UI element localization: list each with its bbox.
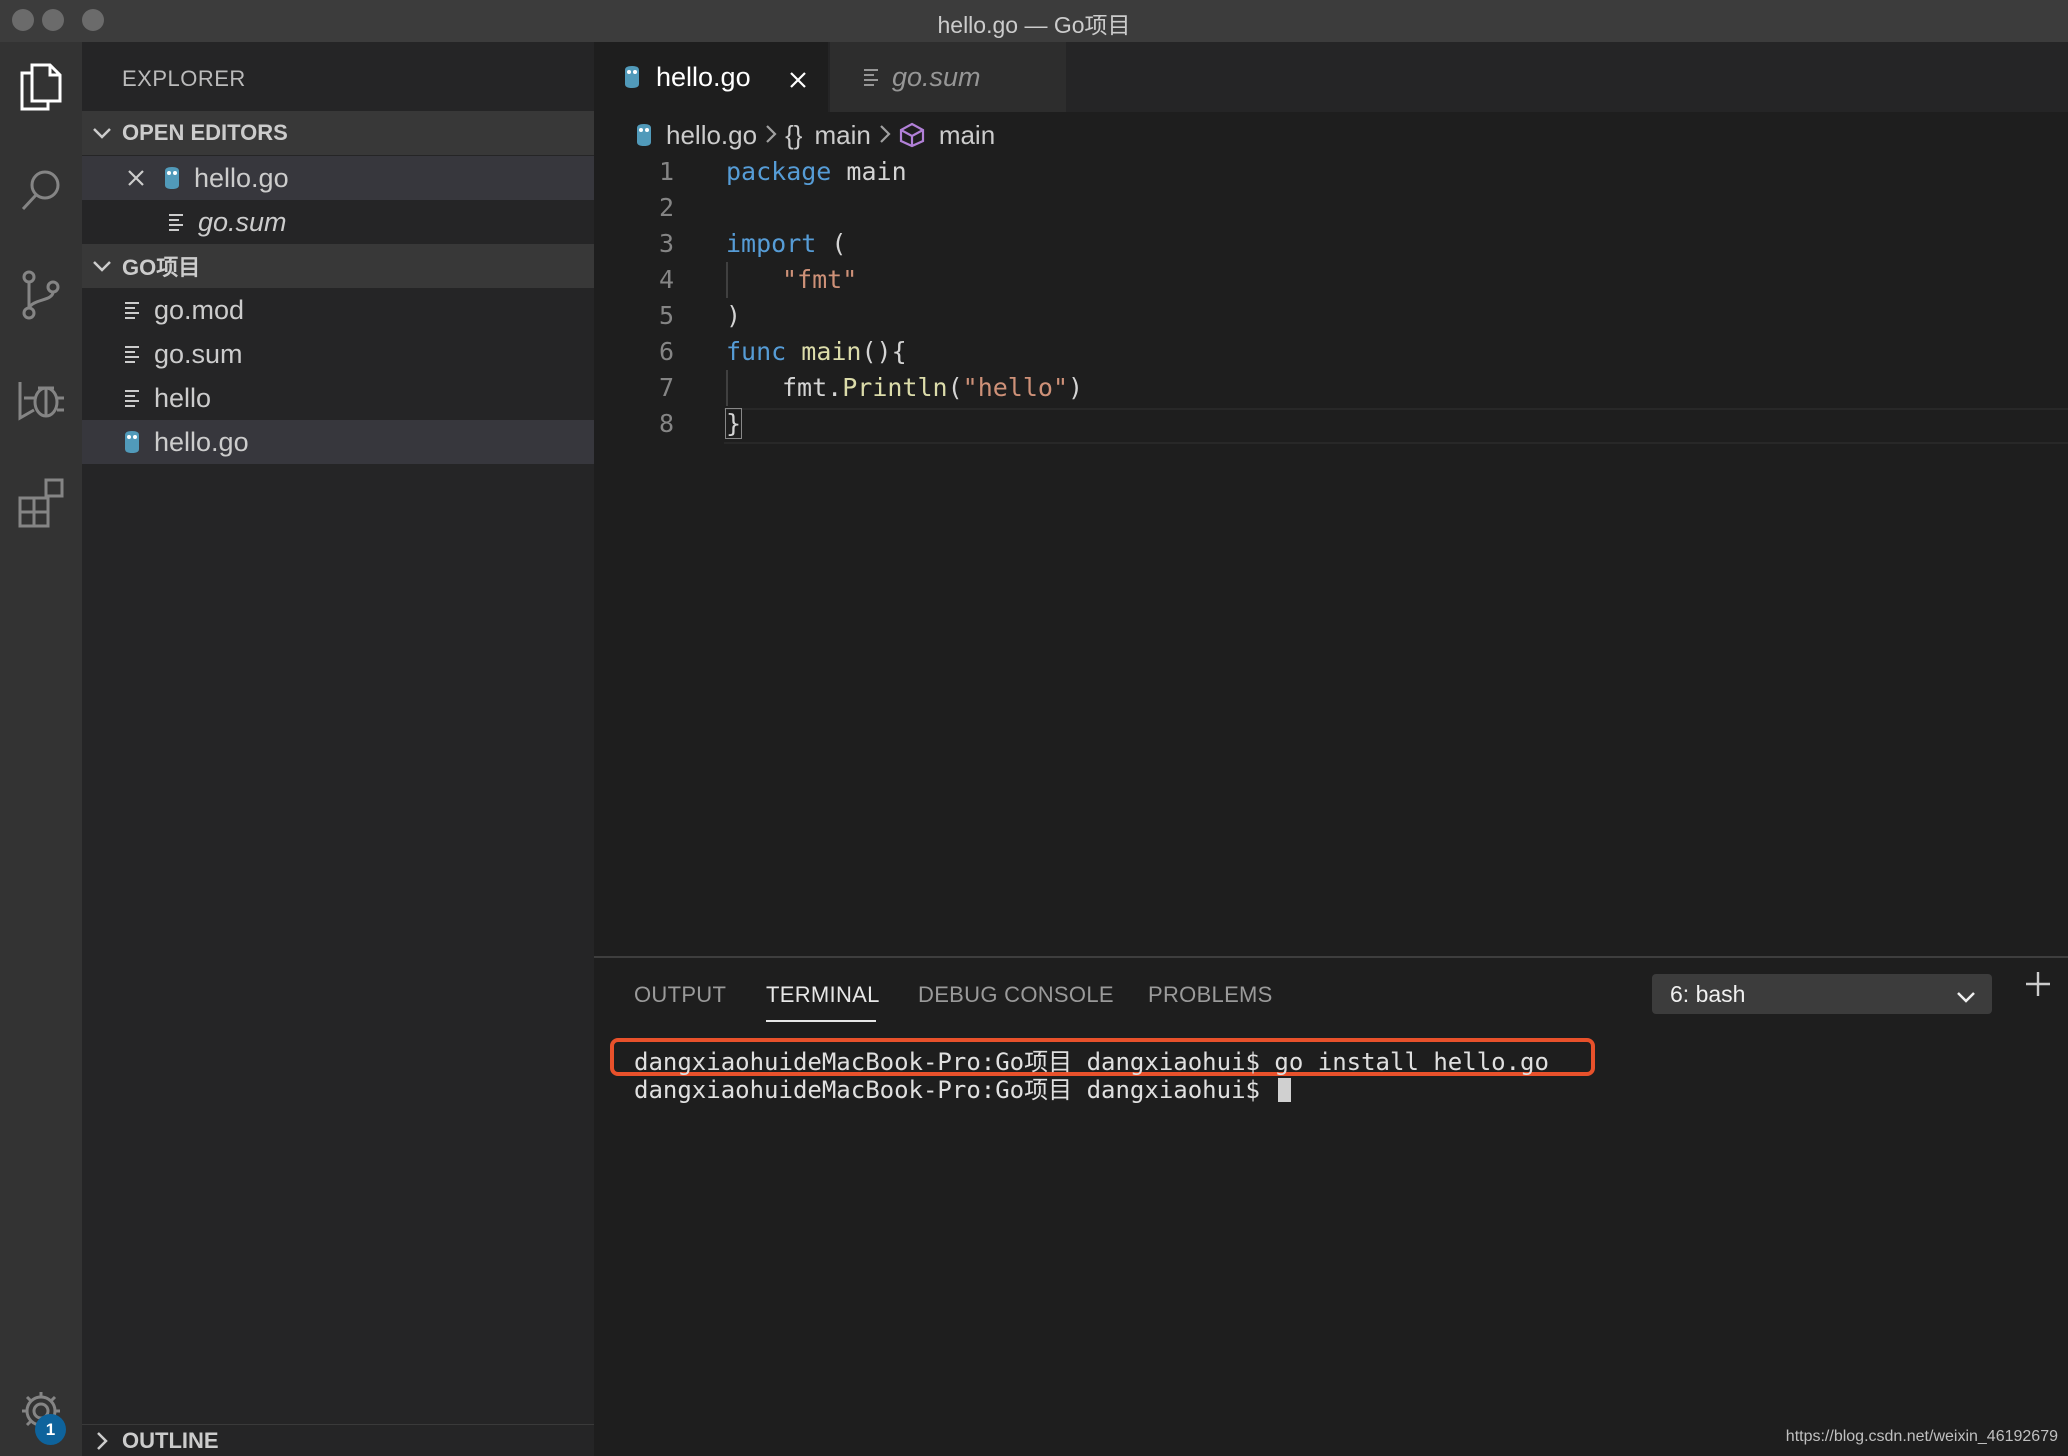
terminal-select[interactable]: 6: bash <box>1652 974 1992 1014</box>
chevron-down-icon <box>82 259 122 273</box>
sidebar-title: EXPLORER <box>122 66 246 91</box>
new-terminal-plus-icon[interactable] <box>2024 970 2052 1003</box>
go-file-icon <box>118 429 146 455</box>
tab-label: go.sum <box>892 61 981 92</box>
open-editors-label: OPEN EDITORS <box>122 120 288 145</box>
code-editor[interactable]: 1 package main 2 3 import ( 4 "fmt" 5 ) … <box>594 154 2068 954</box>
code-line: 2 <box>658 193 674 222</box>
file-label: hello <box>154 382 212 413</box>
breadcrumb-scope[interactable]: main <box>814 120 870 151</box>
open-editors-header[interactable]: OPEN EDITORS <box>82 111 594 155</box>
settings-gear-icon[interactable] <box>0 1366 82 1456</box>
watermark: https://blog.csdn.net/weixin_46192679 <box>1785 1428 2058 1445</box>
cube-symbol-icon <box>899 122 925 148</box>
explorer-sidebar: EXPLORER OPEN EDITORS hello.go go.sum GO… <box>82 42 594 1456</box>
breadcrumb: hello.go {} main main <box>634 116 995 154</box>
breadcrumb-symbol[interactable]: main <box>939 120 995 151</box>
code-line: 7 fmt.Println("hello") <box>658 373 1084 402</box>
text-file-icon <box>118 344 146 364</box>
project-folder-header[interactable]: GO项目 <box>82 244 594 288</box>
open-editor-label: go.sum <box>198 206 287 237</box>
code-line: 8 } <box>658 408 743 439</box>
file-label: go.sum <box>154 338 243 369</box>
file-item[interactable]: hello.go <box>82 420 594 464</box>
extensions-icon[interactable] <box>0 458 82 548</box>
close-tab-icon[interactable] <box>788 66 808 97</box>
open-editor-item[interactable]: go.sum <box>82 200 594 244</box>
tab-hello-go[interactable]: hello.go <box>594 42 828 112</box>
code-line: 4 "fmt" <box>658 265 858 294</box>
text-file-icon <box>862 67 880 87</box>
tab-label: hello.go <box>656 61 751 92</box>
active-tab-underline <box>766 1020 876 1022</box>
tab-problems[interactable]: PROBLEMS <box>1148 982 1273 1008</box>
search-icon[interactable] <box>0 145 82 235</box>
file-label: hello.go <box>154 426 249 457</box>
tab-go-sum[interactable]: go.sum <box>830 42 1066 112</box>
code-line: 6 func main(){ <box>658 337 907 366</box>
open-editor-item[interactable]: hello.go <box>82 156 594 200</box>
outline-label: OUTLINE <box>122 1427 219 1453</box>
chevron-down-icon <box>1956 983 1976 1010</box>
activity-bar: 1 <box>0 42 82 1456</box>
file-item[interactable]: go.sum <box>82 332 594 376</box>
file-label: go.mod <box>154 294 245 325</box>
namespace-braces-icon: {} <box>785 119 803 150</box>
breadcrumb-file[interactable]: hello.go <box>666 120 757 151</box>
debug-icon[interactable] <box>0 354 82 444</box>
open-editor-label: hello.go <box>194 162 289 193</box>
code-line: 1 package main <box>658 157 907 186</box>
close-icon[interactable] <box>122 168 150 188</box>
text-file-icon <box>162 212 190 232</box>
terminal-select-value: 6: bash <box>1670 980 1746 1007</box>
terminal-line: dangxiaohuideMacBook-Pro:Go项目 dangxiaohu… <box>634 1070 1292 1105</box>
settings-update-badge: 1 <box>35 1414 66 1445</box>
file-item[interactable]: hello <box>82 376 594 420</box>
tab-debug-console[interactable]: DEBUG CONSOLE <box>918 982 1114 1008</box>
tab-output[interactable]: OUTPUT <box>634 982 726 1008</box>
editor-tab-bar: hello.go go.sum <box>594 42 2068 112</box>
project-folder-label: GO项目 <box>122 255 201 280</box>
tab-terminal[interactable]: TERMINAL <box>766 982 880 1008</box>
chevron-right-icon <box>82 1431 122 1451</box>
chevron-down-icon <box>82 126 122 140</box>
file-item[interactable]: go.mod <box>82 288 594 332</box>
code-line: 3 import ( <box>658 229 847 258</box>
window-title: hello.go — Go项目 <box>937 12 1131 38</box>
source-control-icon[interactable] <box>0 250 82 340</box>
go-file-icon <box>158 165 186 191</box>
text-file-icon <box>118 300 146 320</box>
go-file-icon <box>622 64 642 90</box>
outline-section-header[interactable]: OUTLINE <box>82 1424 594 1456</box>
terminal-cursor <box>1278 1078 1292 1102</box>
title-bar: hello.go — Go项目 <box>0 0 2068 42</box>
explorer-icon[interactable] <box>0 42 82 132</box>
code-line: 5 ) <box>658 301 742 330</box>
bottom-panel: OUTPUT TERMINAL DEBUG CONSOLE PROBLEMS 6… <box>594 956 2068 1456</box>
go-file-icon <box>634 122 654 148</box>
chevron-right-icon <box>765 120 777 151</box>
chevron-right-icon <box>879 120 891 151</box>
text-file-icon <box>118 388 146 408</box>
